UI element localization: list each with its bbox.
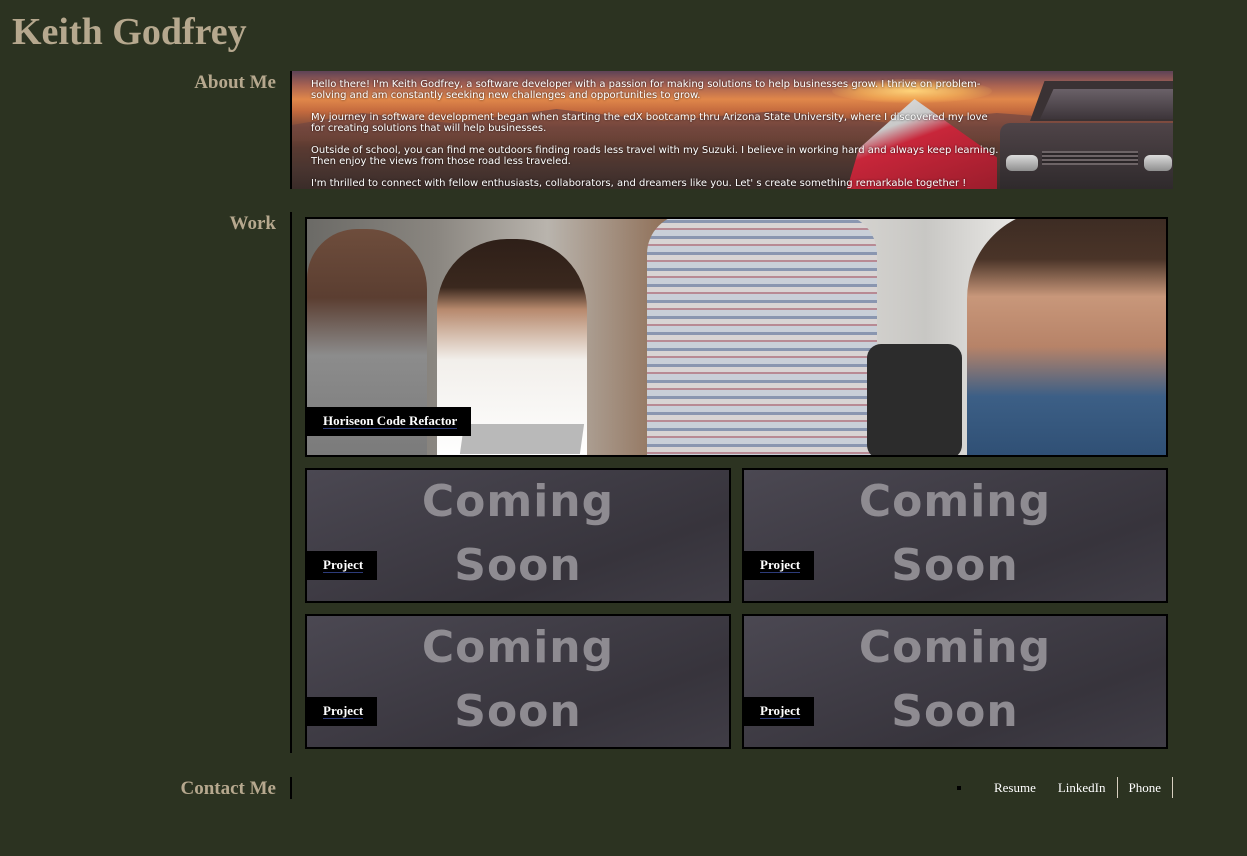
photo-person-denim-shirt <box>967 219 1166 455</box>
site-title: Keith Godfrey <box>12 11 247 53</box>
project-link-3[interactable]: Project <box>307 697 378 726</box>
featured-project-title: Horiseon Code Refactor <box>323 413 458 429</box>
list-bullet-icon <box>956 785 961 790</box>
project-title: Project <box>323 703 364 719</box>
linkedin-link[interactable]: LinkedIn <box>1047 777 1118 798</box>
featured-project-card[interactable]: Horiseon Code Refactor <box>305 217 1168 457</box>
project-card-4[interactable]: Coming Soon Project <box>742 614 1168 749</box>
about-banner: Hello there! I'm Keith Godfrey, a softwa… <box>292 71 1173 189</box>
work-heading: Work <box>229 213 276 234</box>
about-paragraph-4: I'm thrilled to connect with fellow enth… <box>311 178 967 189</box>
photo-chair <box>867 344 962 455</box>
about-paragraph-1: Hello there! I'm Keith Godfrey, a softwa… <box>311 79 981 101</box>
photo-laptop <box>459 424 585 454</box>
contact-divider <box>290 777 292 799</box>
banner-suv <box>1000 75 1173 189</box>
project-card-3[interactable]: Coming Soon Project <box>305 614 731 749</box>
contact-links: Resume LinkedIn Phone <box>956 777 1173 798</box>
phone-link[interactable]: Phone <box>1118 777 1173 798</box>
project-card-1[interactable]: Coming Soon Project <box>305 468 731 603</box>
contact-heading: Contact Me <box>180 778 277 799</box>
work-divider <box>290 212 292 753</box>
photo-person-striped-shirt <box>647 219 877 455</box>
project-title: Project <box>323 557 364 573</box>
project-link-4[interactable]: Project <box>744 697 815 726</box>
project-link-2[interactable]: Project <box>744 551 815 580</box>
about-paragraph-3: Outside of school, you can find me outdo… <box>311 145 999 167</box>
project-title: Project <box>760 703 801 719</box>
project-card-2[interactable]: Coming Soon Project <box>742 468 1168 603</box>
project-link-1[interactable]: Project <box>307 551 378 580</box>
about-heading: About Me <box>194 72 276 93</box>
resume-link[interactable]: Resume <box>983 777 1047 798</box>
featured-project-link[interactable]: Horiseon Code Refactor <box>307 407 472 436</box>
project-title: Project <box>760 557 801 573</box>
about-text: Hello there! I'm Keith Godfrey, a softwa… <box>311 79 1001 189</box>
about-paragraph-2: My journey in software development began… <box>311 112 988 134</box>
